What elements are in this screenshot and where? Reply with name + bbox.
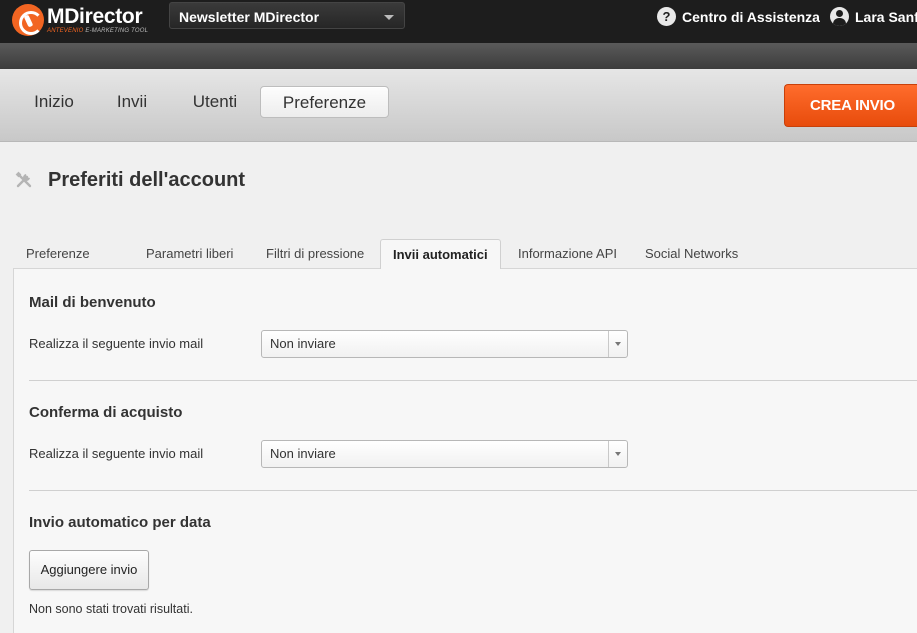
purchase-confirmation-select-value: Non inviare xyxy=(270,446,336,461)
logo-tagline: ANTEVENIO E-MARKETING TOOL xyxy=(47,28,149,34)
tab-parametri-liberi[interactable]: Parametri liberi xyxy=(146,239,233,269)
empty-results-text: Non sono stati trovati risultati. xyxy=(29,602,193,616)
section-divider xyxy=(29,490,917,491)
newsletter-select[interactable]: Newsletter MDirector xyxy=(169,2,405,29)
tab-social-networks[interactable]: Social Networks xyxy=(645,239,738,269)
nav-item-utenti[interactable]: Utenti xyxy=(178,86,252,118)
section-divider xyxy=(29,380,917,381)
mdirector-logo-icon xyxy=(12,4,44,36)
welcome-mail-label: Realizza il seguente invio mail xyxy=(29,336,204,351)
help-center-label: Centro di Assistenza xyxy=(682,8,820,25)
nav-item-inizio[interactable]: Inizio xyxy=(22,86,86,118)
purchase-confirmation-select[interactable]: Non inviare xyxy=(261,440,628,468)
welcome-mail-select[interactable]: Non inviare xyxy=(261,330,628,358)
nav-item-invii[interactable]: Invii xyxy=(104,86,160,118)
user-icon xyxy=(830,7,849,26)
tab-filtri-di-pressione[interactable]: Filtri di pressione xyxy=(266,239,364,269)
add-send-button[interactable]: Aggiungere invio xyxy=(29,550,149,590)
logo-name: MDirector xyxy=(47,5,143,28)
tab-informazione-api[interactable]: Informazione API xyxy=(518,239,617,269)
tab-invii-automatici[interactable]: Invii automatici xyxy=(380,239,501,269)
page-title: Preferiti dell'account xyxy=(48,169,246,191)
user-menu[interactable]: Lara Sanf xyxy=(830,7,917,26)
question-icon: ? xyxy=(657,7,676,26)
tools-icon xyxy=(15,171,32,188)
tab-preferenze[interactable]: Preferenze xyxy=(26,239,90,269)
sub-bar xyxy=(0,43,917,69)
help-center-link[interactable]: ? Centro di Assistenza xyxy=(657,7,820,26)
create-send-button[interactable]: CREA INVIO xyxy=(784,84,917,127)
auto-send-by-date-title: Invio automatico per data xyxy=(29,514,211,531)
user-name: Lara Sanf xyxy=(855,8,917,25)
chevron-down-icon xyxy=(384,15,394,20)
top-bar: MDirector ANTEVENIO E-MARKETING TOOL New… xyxy=(0,0,917,43)
logo[interactable]: MDirector ANTEVENIO E-MARKETING TOOL xyxy=(12,3,148,37)
purchase-confirmation-label: Realizza il seguente invio mail xyxy=(29,446,204,461)
chevron-down-icon xyxy=(608,441,627,467)
nav-item-preferenze[interactable]: Preferenze xyxy=(260,86,389,118)
welcome-mail-select-value: Non inviare xyxy=(270,336,336,351)
purchase-confirmation-title: Conferma di acquisto xyxy=(29,404,183,421)
welcome-mail-title: Mail di benvenuto xyxy=(29,294,156,311)
chevron-down-icon xyxy=(608,331,627,357)
main-nav: Inizio Invii Utenti Preferenze CREA INVI… xyxy=(0,69,917,142)
newsletter-select-value: Newsletter MDirector xyxy=(179,9,320,25)
